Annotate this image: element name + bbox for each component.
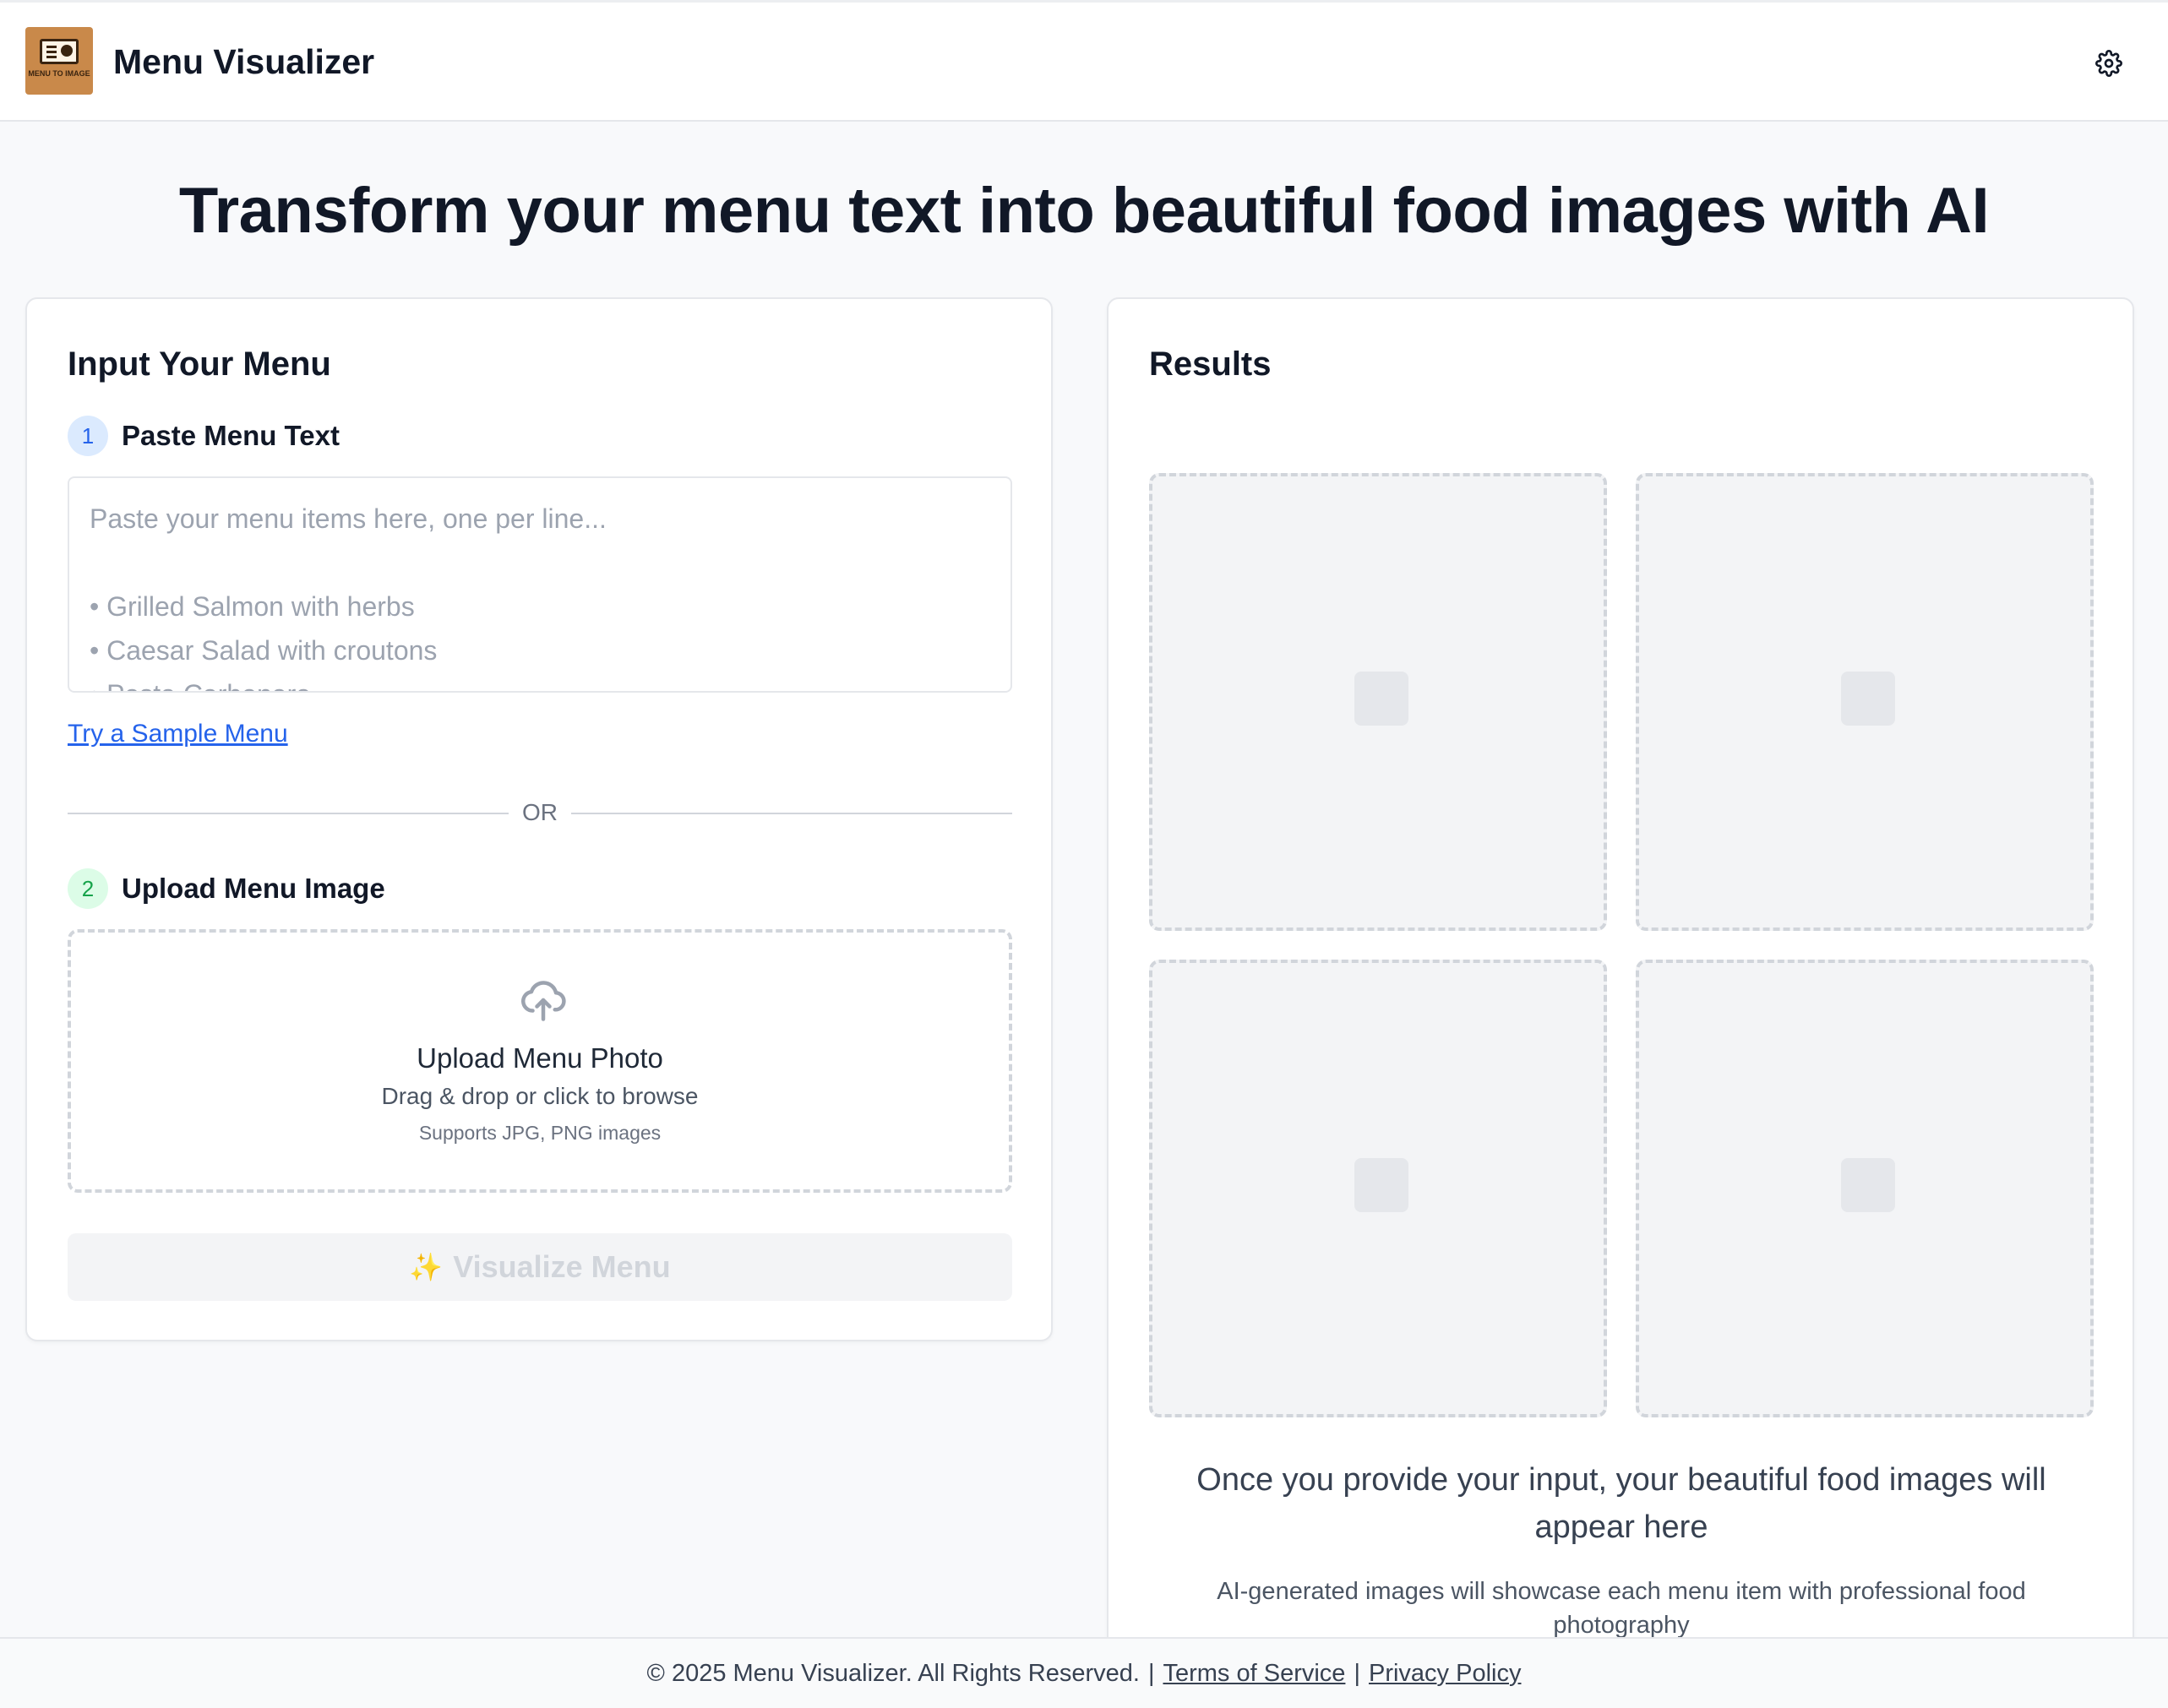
upload-dropzone[interactable]: Upload Menu Photo Drag & drop or click t… [68, 929, 1012, 1193]
or-label: OR [522, 799, 558, 825]
dropzone-title: Upload Menu Photo [417, 1042, 663, 1074]
upload-cloud-icon [521, 981, 566, 1021]
image-placeholder [1149, 473, 1607, 931]
try-sample-menu-link[interactable]: Try a Sample Menu [68, 720, 288, 748]
privacy-policy-link[interactable]: Privacy Policy [1369, 1660, 1522, 1688]
results-empty-submessage: AI-generated images will showcase each m… [1217, 1578, 2026, 1639]
dropzone-subtitle: Drag & drop or click to browse [381, 1083, 699, 1109]
hero-title: Transform your menu text into beautiful … [178, 175, 1990, 247]
divider-line [571, 813, 1012, 814]
step-paste-text: 1 Paste Menu Text [68, 416, 340, 456]
copyright-text: © 2025 Menu Visualizer. All Rights Reser… [646, 1659, 1140, 1687]
gear-icon [2095, 50, 2122, 77]
input-card: Input Your Menu 1 Paste Menu Text Paste … [25, 297, 1053, 1341]
results-empty-message: Once you provide your input, your beauti… [1196, 1462, 2046, 1545]
settings-button[interactable] [2092, 46, 2126, 80]
image-placeholder-icon [1841, 672, 1895, 726]
step-number-badge: 2 [68, 868, 108, 909]
sparkle-icon: ✨ [409, 1252, 444, 1282]
placeholder-line [90, 541, 990, 585]
image-placeholder-icon [1841, 1158, 1895, 1212]
step-number-badge: 1 [68, 416, 108, 456]
app-logo[interactable]: MENU TO IMAGE [25, 27, 93, 95]
footer-separator: | [1147, 1659, 1155, 1687]
app-page: MENU TO IMAGE Menu Visualizer Transform … [0, 0, 2168, 1708]
terms-of-service-link[interactable]: Terms of Service [1163, 1660, 1345, 1688]
or-divider: OR [68, 796, 1012, 830]
results-card-title: Results [1149, 345, 1272, 383]
divider-line [68, 813, 509, 814]
image-placeholder [1636, 960, 2094, 1417]
menu-card-logo-icon [40, 39, 79, 64]
logo-text: MENU TO IMAGE [28, 69, 90, 78]
app-footer: © 2025 Menu Visualizer. All Rights Reser… [0, 1637, 2168, 1708]
app-title: Menu Visualizer [113, 42, 375, 81]
image-placeholder-icon [1354, 1158, 1408, 1212]
placeholder-line: • Grilled Salmon with herbs [90, 591, 415, 622]
step-label: Paste Menu Text [122, 420, 340, 451]
placeholder-line: • Caesar Salad with croutons [90, 635, 438, 666]
image-placeholder [1636, 473, 2094, 931]
input-card-title: Input Your Menu [68, 345, 331, 383]
results-card: Results Once you provide your input, you… [1107, 297, 2134, 1649]
image-placeholder-icon [1354, 672, 1408, 726]
dropzone-note: Supports JPG, PNG images [418, 1122, 662, 1144]
visualize-button-label: Visualize Menu [453, 1249, 671, 1284]
image-placeholder [1149, 960, 1607, 1417]
step-label: Upload Menu Image [122, 873, 385, 904]
app-header: MENU TO IMAGE Menu Visualizer [0, 0, 2168, 122]
step-upload-image: 2 Upload Menu Image [68, 868, 385, 909]
menu-text-input[interactable]: Paste your menu items here, one per line… [68, 476, 1012, 693]
placeholder-line: Paste your menu items here, one per line… [90, 503, 607, 534]
footer-separator: | [1354, 1659, 1360, 1687]
visualize-menu-button[interactable]: ✨ Visualize Menu [68, 1233, 1012, 1301]
placeholder-line: • Pasta Carbonara [90, 672, 990, 691]
